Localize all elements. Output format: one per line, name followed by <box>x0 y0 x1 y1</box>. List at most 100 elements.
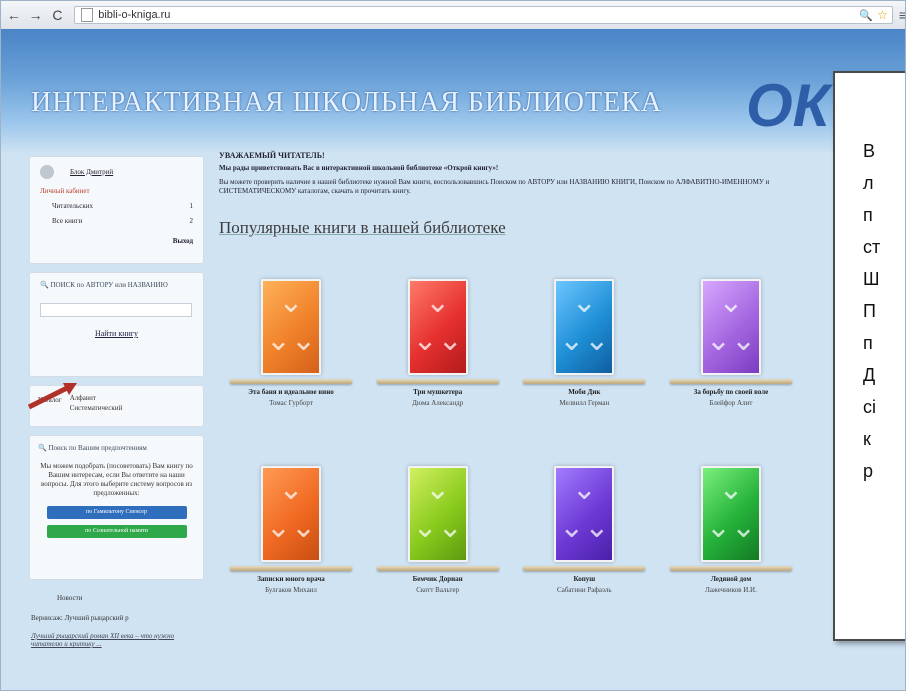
logout-button[interactable]: Выход <box>173 237 193 245</box>
shelf-ledge <box>376 379 499 384</box>
page-icon <box>81 8 94 22</box>
greeting-title: УВАЖАЕМЫЙ ЧИТАТЕЛЬ! <box>219 151 325 160</box>
book-cover[interactable]: ⌄ ⌄⌄ <box>407 466 468 562</box>
reload-icon[interactable]: C <box>49 6 67 24</box>
book-card[interactable]: ⌄ ⌄⌄ Эта баня и идеальное вино Томас Гурб… <box>226 279 356 407</box>
pointer-arrow-icon <box>27 383 77 410</box>
back-icon[interactable]: ← <box>5 6 23 24</box>
callout-line: сі <box>863 397 876 417</box>
search-input[interactable] <box>40 303 192 317</box>
login-panel: Блок Дмитрий Личный кабинет Читательских… <box>29 156 204 264</box>
book-author: Булгаков Михаил <box>265 586 317 594</box>
callout-line: р <box>863 461 874 481</box>
book-title[interactable]: Бемчик Дориан <box>373 575 503 583</box>
callout-line: ст <box>863 237 881 257</box>
book-author: Блейфор Алит <box>709 399 753 407</box>
book-card[interactable]: ⌄ ⌄⌄ За борьбу по своей воле Блейфор Алит <box>666 279 796 407</box>
callout-line: П <box>863 301 876 321</box>
cabinet-link[interactable]: Личный кабинет <box>40 187 193 195</box>
book-author: Томас Гурборт <box>269 399 313 407</box>
callout-line: к <box>863 429 871 449</box>
book-title[interactable]: Моби Дик <box>519 388 649 396</box>
callout-line: В <box>863 141 876 161</box>
site-header: ИНТЕРАКТИВНАЯ ШКОЛЬНАЯ БИБЛИОТЕКА ОК <box>1 29 905 154</box>
avatar <box>40 165 54 179</box>
browser-toolbar: ← → C bibli-o-kniga.ru 🔍 ☆ ≡ <box>1 1 905 30</box>
news-link[interactable]: Лучший рыцарский роман XII века – что ну… <box>31 632 202 648</box>
book-author: Сабатини Рафаэль <box>557 586 612 594</box>
survey-button-green[interactable]: по Сознательной памяти <box>46 525 187 538</box>
book-card[interactable]: ⌄ ⌄⌄ Три мушкетера Дюма Александр <box>373 279 503 407</box>
book-cover[interactable]: ⌄ ⌄⌄ <box>554 279 615 375</box>
bookmark-star-icon[interactable]: ☆ <box>877 8 888 22</box>
interest-description: Мы можем подобрать (посоветовать) Вам кн… <box>40 462 193 497</box>
survey-button-blue[interactable]: по Гамильтону Спенсер <box>46 506 187 519</box>
callout-line: п <box>863 333 873 353</box>
book-cover[interactable]: ⌄ ⌄⌄ <box>261 466 321 562</box>
book-cover[interactable]: ⌄ ⌄⌄ <box>261 279 321 375</box>
callout-line: Ш <box>863 269 880 289</box>
stats-row: Все книги 2 <box>40 217 193 225</box>
interest-caption-text: Поиск по Вашим предпочтениям <box>48 444 147 452</box>
shelf-ledge <box>669 379 792 384</box>
book-card[interactable]: ⌄ ⌄⌄ Записки юного врача Булгаков Михаил <box>226 466 356 594</box>
book-cover[interactable]: ⌄ ⌄⌄ <box>700 466 761 562</box>
search-icon[interactable]: 🔍 <box>859 9 873 22</box>
shelf-ledge <box>376 566 499 571</box>
callout-line: Д <box>863 365 876 385</box>
book-shelf-row-2: ⌄ ⌄⌄ Записки юного врача Булгаков Михаил … <box>226 466 796 594</box>
shelf-ledge <box>669 566 792 571</box>
book-author: Дюма Александр <box>412 399 464 407</box>
shelf-ledge <box>230 566 352 571</box>
book-card[interactable]: ⌄ ⌄⌄ Копуш Сабатини Рафаэль <box>519 466 649 594</box>
site-logo[interactable]: ОК <box>746 71 830 140</box>
book-cover[interactable]: ⌄ ⌄⌄ <box>554 466 615 562</box>
book-author: Мелвилл Герман <box>559 399 610 407</box>
book-title[interactable]: Копуш <box>519 575 649 583</box>
book-title[interactable]: Эта баня и идеальное вино <box>226 388 356 396</box>
book-cover[interactable]: ⌄ ⌄⌄ <box>700 279 761 375</box>
find-book-button[interactable]: Найти книгу <box>40 329 193 338</box>
stats-label: Все книги <box>52 217 83 225</box>
search-icon: 🔍 <box>38 444 49 452</box>
book-author: Лажечников И.И. <box>705 586 757 594</box>
news-title: Новости <box>57 594 83 602</box>
book-card[interactable]: ⌄ ⌄⌄ Моби Дик Мелвилл Герман <box>519 279 649 407</box>
forward-icon[interactable]: → <box>27 6 45 24</box>
username-link[interactable]: Блок Дмитрий <box>70 168 113 176</box>
popular-books-heading: Популярные книги в нашей библиотеке <box>219 218 506 237</box>
book-cover[interactable]: ⌄ ⌄⌄ <box>407 279 468 375</box>
stats-row: Читательских 1 <box>40 202 193 210</box>
shelf-ledge <box>523 566 646 571</box>
stats-value: 1 <box>189 202 194 210</box>
main-content: УВАЖАЕМЫЙ ЧИТАТЕЛЬ! Мы рады приветствова… <box>219 151 819 238</box>
stats-value: 2 <box>189 217 194 225</box>
shelf-ledge <box>523 379 646 384</box>
book-author: Скотт Вальтер <box>416 586 460 594</box>
news-block: Новости Вернисаж: Лучший рыцарский р Луч… <box>29 588 204 654</box>
callout-line: л <box>863 173 874 193</box>
book-title[interactable]: Ледяной дом <box>666 575 796 583</box>
callout-line: п <box>863 205 873 225</box>
search-panel: 🔍 ПОИСК по АВТОРУ или НАЗВАНИЮ Найти кни… <box>29 272 204 377</box>
search-caption-text: ПОИСК по АВТОРУ или НАЗВАНИЮ <box>50 281 168 289</box>
book-card[interactable]: ⌄ ⌄⌄ Ледяной дом Лажечников И.И. <box>666 466 796 594</box>
shelf-ledge <box>230 379 352 384</box>
browser-window: ← → C bibli-o-kniga.ru 🔍 ☆ ≡ ИНТЕРАКТИВН… <box>0 0 906 691</box>
greeting-text: Мы рады приветствовать Вас в интерактивн… <box>219 164 499 172</box>
menu-icon[interactable]: ≡ <box>899 7 905 23</box>
greeting-description: Вы можете проверить наличие в нашей библ… <box>219 178 770 195</box>
book-card[interactable]: ⌄ ⌄⌄ Бемчик Дориан Скотт Вальтер <box>373 466 503 594</box>
book-title[interactable]: Три мушкетера <box>373 388 503 396</box>
book-title[interactable]: Записки юного врача <box>226 575 356 583</box>
callout-textbox: В л п ст Ш П п Д сі к р <box>833 71 905 641</box>
stats-label: Читательских <box>52 202 93 210</box>
address-bar[interactable]: bibli-o-kniga.ru 🔍 ☆ <box>74 6 893 24</box>
book-shelf-row-1: ⌄ ⌄⌄ Эта баня и идеальное вино Томас Гурб… <box>226 279 796 407</box>
search-icon: 🔍 <box>40 281 51 289</box>
site-title: ИНТЕРАКТИВНАЯ ШКОЛЬНАЯ БИБЛИОТЕКА <box>31 87 663 118</box>
url-text: bibli-o-kniga.ru <box>98 9 171 21</box>
book-title[interactable]: За борьбу по своей воле <box>666 388 796 396</box>
search-caption: 🔍 ПОИСК по АВТОРУ или НАЗВАНИЮ <box>40 281 193 289</box>
news-line: Вернисаж: Лучший рыцарский р <box>31 614 129 622</box>
